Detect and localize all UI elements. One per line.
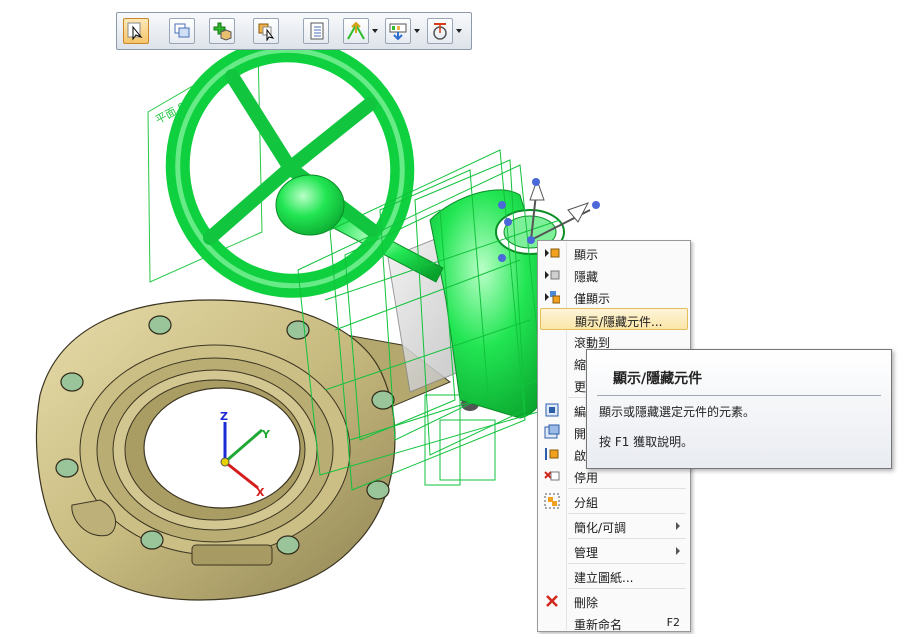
display-icon (389, 23, 407, 41)
edit-part-icon (258, 23, 275, 41)
activate-icon (545, 448, 559, 460)
show-icon (545, 248, 560, 258)
plane-icon (347, 21, 365, 40)
add-part-icon (213, 22, 232, 41)
rename-shortcut: F2 (666, 616, 680, 629)
submenu-arrow-icon (676, 522, 680, 530)
menu-item-hide[interactable]: 隱藏 (540, 264, 688, 286)
menu-item-show-hide-components[interactable]: 顯示/隱藏元件... (540, 308, 688, 330)
list-icon (310, 22, 324, 40)
menu-item-create-drawing[interactable]: 建立圖紙... (540, 565, 688, 587)
menu-item-manage[interactable]: 管理 (540, 540, 688, 562)
measure-tool-dropdown[interactable] (454, 18, 463, 44)
z-axis-label: Z (220, 410, 228, 423)
submenu-arrow-icon (676, 547, 680, 555)
add-part-tool-button[interactable] (209, 18, 235, 44)
open-icon (544, 424, 560, 439)
list-tool-button[interactable] (303, 18, 329, 44)
measure-tool-button[interactable] (427, 18, 453, 44)
display-tool-button[interactable] (385, 18, 411, 44)
menu-item-group[interactable]: 分組 (540, 490, 688, 512)
select-tool-button[interactable] (123, 18, 149, 44)
display-tool-dropdown[interactable] (412, 18, 421, 44)
menu-item-show[interactable]: 顯示 (540, 242, 688, 264)
x-axis-label: X (256, 486, 265, 499)
window-icon (174, 23, 190, 38)
window-tool-button[interactable] (169, 18, 195, 44)
menu-item-simplify-adjustable[interactable]: 簡化/可調 (540, 515, 688, 537)
tooltip-title: 顯示/隱藏元件 (613, 371, 703, 387)
tooltip-description: 顯示或隱藏選定元件的元素。 (599, 405, 756, 419)
menu-item-rename[interactable]: 重新命名 F2 (540, 612, 688, 634)
deactivate-icon (544, 471, 560, 481)
hide-icon (545, 270, 560, 280)
edit-part-tool-button[interactable] (253, 18, 279, 44)
plane-tool-button[interactable] (343, 18, 369, 44)
delete-icon (546, 595, 558, 607)
menu-item-delete[interactable]: 刪除 (540, 590, 688, 612)
tooltip-show-hide-components: 顯示/隱藏元件 顯示或隱藏選定元件的元素。 按 F1 獲取說明。 (586, 349, 892, 469)
plane-tool-dropdown[interactable] (370, 18, 379, 44)
y-axis-label: Y (261, 428, 271, 441)
group-icon (544, 493, 560, 509)
quick-toolbar (116, 12, 472, 50)
measure-icon (433, 23, 447, 40)
show-only-icon (545, 291, 560, 304)
select-arrow-icon (127, 22, 143, 41)
edit-icon (545, 403, 559, 417)
model-viewport[interactable]: 平面 9 Z Y X (0, 0, 913, 630)
tooltip-help: 按 F1 獲取說明。 (599, 435, 694, 449)
valve-body[interactable] (35, 299, 451, 601)
menu-item-show-only[interactable]: 僅顯示 (540, 286, 688, 308)
